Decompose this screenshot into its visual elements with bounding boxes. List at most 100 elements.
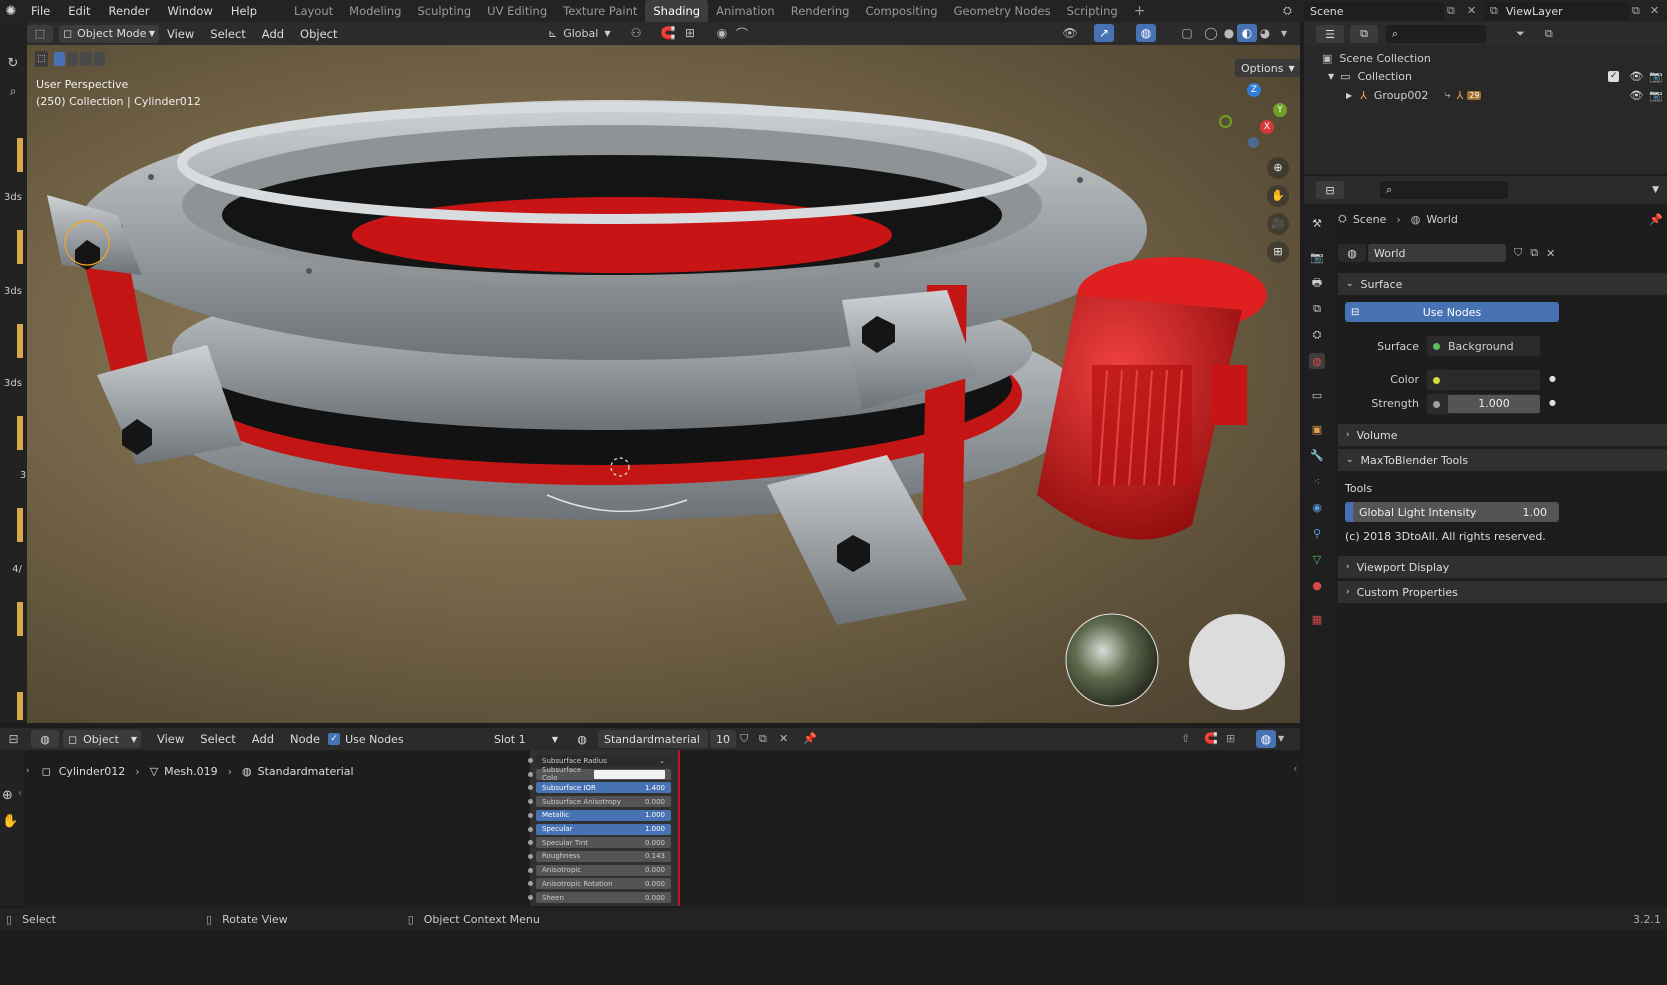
keyframe-dot-icon[interactable]: ● <box>1549 374 1556 383</box>
tab-modeling[interactable]: Modeling <box>341 0 409 22</box>
wireframe-shading-icon[interactable]: ◯ <box>1201 24 1221 42</box>
node-input-socket[interactable] <box>528 895 533 900</box>
node-input-socket[interactable] <box>528 812 533 818</box>
volume-section-header[interactable]: › Volume <box>1338 424 1667 446</box>
select-tool-icon[interactable]: ⬚ <box>35 51 48 67</box>
delete-scene-icon[interactable]: ✕ <box>1467 4 1476 17</box>
node-input-row[interactable]: Subsurface Radius ⌄ <box>536 755 671 766</box>
menu-help[interactable]: Help <box>222 4 266 18</box>
custom-properties-section-header[interactable]: › Custom Properties <box>1338 581 1667 603</box>
menu-window[interactable]: Window <box>158 4 221 18</box>
global-light-intensity-slider[interactable]: Global Light Intensity 1.00 <box>1345 502 1559 522</box>
outliner-search-input[interactable]: ⌕ <box>1386 25 1486 43</box>
new-scene-icon[interactable]: ⧉ <box>1447 4 1455 18</box>
node-node-menu[interactable]: Node <box>282 732 328 746</box>
menu-render[interactable]: Render <box>100 4 159 18</box>
pin-icon[interactable]: 📌 <box>803 732 817 745</box>
object-menu[interactable]: Object <box>292 27 345 41</box>
scene-collection-row[interactable]: ▣ Scene Collection <box>1322 49 1431 67</box>
scene-tab-icon[interactable]: ⛭ <box>1309 327 1325 343</box>
duplicate-icon[interactable]: ⧉ <box>759 732 767 746</box>
snap-icon[interactable]: 🧲 <box>1204 732 1218 745</box>
color-swatch[interactable] <box>1448 373 1538 387</box>
menu-edit[interactable]: Edit <box>59 4 99 18</box>
parent-node-icon[interactable]: ⇧ <box>1181 732 1190 745</box>
xray-icon[interactable]: ▢ <box>1177 24 1197 42</box>
unlink-icon[interactable]: ✕ <box>1546 247 1555 260</box>
outliner-editor-type[interactable]: ☰ <box>1316 25 1344 43</box>
material-name-field[interactable]: Standardmaterial <box>598 730 708 748</box>
keyframe-dot-icon[interactable]: ● <box>1549 398 1556 407</box>
asset-strip[interactable] <box>17 508 23 542</box>
select-menu[interactable]: Select <box>202 27 253 41</box>
rendered-shading-icon[interactable]: ◕ <box>1255 24 1275 42</box>
eye-icon[interactable]: 👁 <box>1629 70 1643 83</box>
fake-user-icon[interactable]: ⛉ <box>1514 246 1522 260</box>
tab-compositing[interactable]: Compositing <box>857 0 945 22</box>
maxtoblender-section-header[interactable]: ⌄ MaxToBlender Tools <box>1338 449 1667 471</box>
chevron-down-icon[interactable]: ▼ <box>1328 72 1334 81</box>
tab-scripting[interactable]: Scripting <box>1059 0 1126 22</box>
select-extend-icon[interactable] <box>67 52 79 66</box>
asset-strip[interactable] <box>17 692 23 720</box>
tab-uv-editing[interactable]: UV Editing <box>479 0 555 22</box>
pivot-icon[interactable]: ⚇ <box>626 24 646 42</box>
duplicate-icon[interactable]: ⧉ <box>1530 246 1538 260</box>
tool-tab-icon[interactable]: ⚒ <box>1309 215 1325 231</box>
view-layer-selector[interactable]: ⧉ ViewLayer <box>1484 2 1629 20</box>
add-menu[interactable]: Add <box>254 27 292 41</box>
world-tab-icon[interactable]: ◍ <box>1309 353 1325 369</box>
include-checkbox[interactable]: ✓ <box>1608 70 1620 82</box>
search-icon[interactable]: ⌕ <box>2 84 24 99</box>
navigation-gizmo[interactable]: Z Y X <box>1215 81 1287 151</box>
pan-hand-icon[interactable]: ✋ <box>2 814 18 829</box>
scene-selector[interactable]: Scene <box>1304 2 1444 20</box>
collection-row[interactable]: ▼ ▭ Collection ✓ 👁 📷 <box>1328 67 1663 85</box>
unlink-icon[interactable]: ✕ <box>779 732 788 745</box>
data-tab-icon[interactable]: ▽ <box>1309 551 1325 567</box>
viewport-display-section-header[interactable]: › Viewport Display <box>1338 556 1667 578</box>
delete-view-layer-icon[interactable]: ✕ <box>1650 4 1659 17</box>
object-tab-icon[interactable]: ▣ <box>1309 421 1325 437</box>
asset-strip[interactable] <box>17 138 23 172</box>
color-field[interactable] <box>1427 370 1540 390</box>
blender-logo-icon[interactable]: ✺ <box>0 4 22 19</box>
chevron-down-icon[interactable]: ▼ <box>1278 734 1284 743</box>
strength-field[interactable]: 1.000 <box>1427 394 1540 414</box>
visibility-icon[interactable]: 👁 <box>1060 24 1080 42</box>
node-input-row[interactable]: Subsurface Colo <box>536 766 671 782</box>
sidebar-toggle-icon[interactable]: ‹ <box>1293 762 1297 775</box>
add-workspace-button[interactable]: + <box>1126 0 1154 22</box>
modifiers-tab-icon[interactable]: 🔧 <box>1309 447 1325 463</box>
node-input-socket[interactable] <box>528 758 533 763</box>
material-browse-button[interactable]: ◍ <box>568 730 596 748</box>
node-select-menu[interactable]: Select <box>192 732 243 746</box>
camera-icon[interactable]: 📷 <box>1649 89 1663 102</box>
snap-target-icon[interactable]: ⊞ <box>680 24 700 42</box>
fake-user-icon[interactable]: ⛉ <box>740 732 748 746</box>
properties-search-input[interactable]: ⌕ <box>1380 181 1508 199</box>
node-input-row[interactable]: Anisotropic 0.000 <box>536 864 671 876</box>
properties-editor-type[interactable]: ⊟ <box>1316 181 1344 199</box>
node-view-menu[interactable]: View <box>149 732 192 746</box>
filter-icon[interactable]: ⏷ <box>1516 27 1525 41</box>
surface-section-header[interactable]: ⌄ Surface <box>1338 273 1667 295</box>
asset-strip[interactable] <box>17 230 23 264</box>
asset-strip[interactable] <box>17 602 23 636</box>
pin-icon[interactable]: 📌 <box>1649 213 1663 226</box>
camera-icon[interactable]: 📷 <box>1649 70 1663 83</box>
use-nodes-button[interactable]: ⊟ Use Nodes <box>1345 302 1559 322</box>
tab-shading[interactable]: Shading <box>645 0 709 22</box>
new-view-layer-icon[interactable]: ⧉ <box>1632 4 1640 18</box>
select-new-icon[interactable] <box>53 52 66 66</box>
snap-icon[interactable]: 🧲 <box>658 24 678 42</box>
material-tab-icon[interactable]: ● <box>1309 577 1325 593</box>
solid-shading-icon[interactable]: ● <box>1219 24 1239 42</box>
cursor-tool-icon[interactable]: ↻ <box>2 56 24 71</box>
node-editor-type-icon[interactable]: ⊟ <box>0 730 27 748</box>
node-add-menu[interactable]: Add <box>244 732 282 746</box>
grid-icon[interactable]: ⊞ <box>1267 241 1289 263</box>
tab-sculpting[interactable]: Sculpting <box>409 0 479 22</box>
view-layer-tab-icon[interactable]: ⧉ <box>1309 301 1325 317</box>
new-collection-icon[interactable]: ⧉ <box>1545 27 1553 41</box>
